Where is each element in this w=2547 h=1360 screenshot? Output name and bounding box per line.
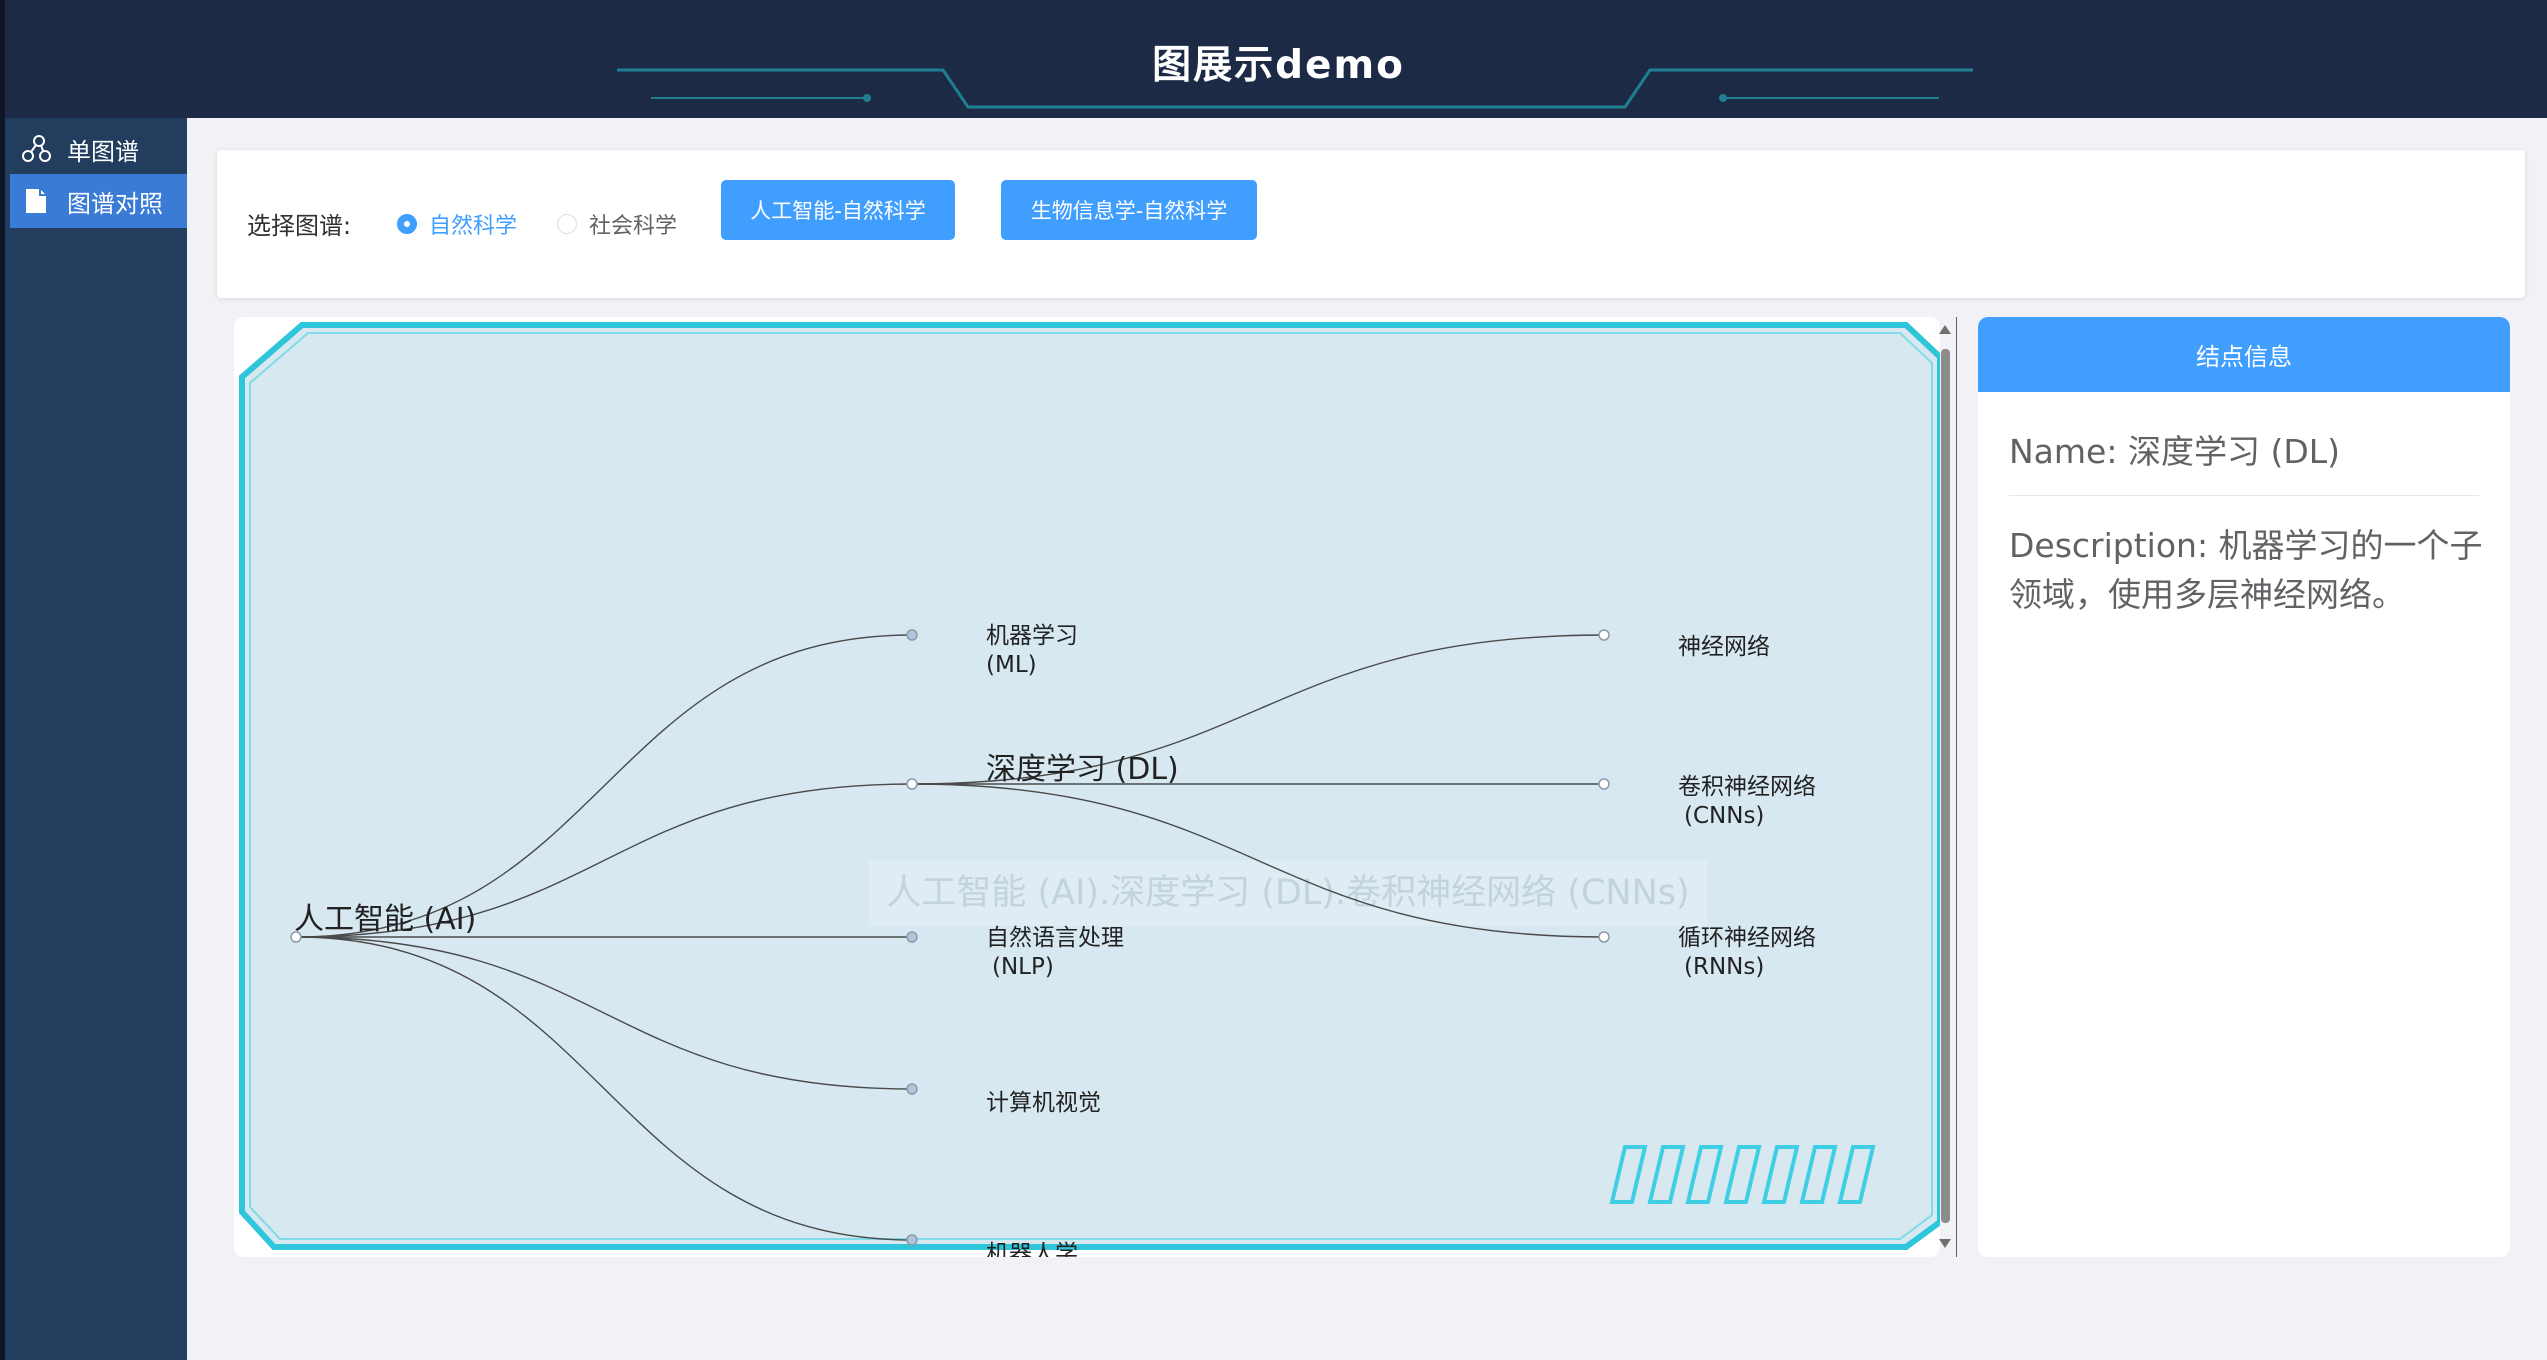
bioinformatics-natural-science-button[interactable]: 生物信息学-自然科学 bbox=[1001, 180, 1257, 240]
radio-label: 自然科学 bbox=[429, 214, 518, 239]
node-label-ml: 机器学习 bbox=[986, 623, 1078, 649]
scrollbar-thumb[interactable] bbox=[1941, 349, 1950, 1223]
graph-nodes-icon bbox=[20, 133, 52, 165]
radio-checked-icon bbox=[397, 214, 417, 234]
path-tooltip-text: 人工智能 (AI).深度学习 (DL).卷积神经网络 (CNNs) bbox=[886, 873, 1689, 913]
radio-label: 社会科学 bbox=[589, 214, 678, 239]
node-label-robotics: 机器人学 bbox=[986, 1241, 1078, 1257]
radio-unchecked-icon bbox=[557, 214, 577, 234]
node-nlp[interactable] bbox=[906, 931, 918, 943]
document-icon bbox=[20, 185, 52, 217]
graph-scrollbar[interactable] bbox=[1933, 317, 1958, 1257]
sidebar-item-graph-compare[interactable]: 图谱对照 bbox=[10, 174, 192, 228]
node-label-ml-abbr: (ML) bbox=[986, 652, 1037, 678]
node-nn[interactable] bbox=[1598, 629, 1610, 641]
radio-social-science[interactable]: 社会科学 bbox=[557, 208, 677, 240]
graph-canvas[interactable]: 人工智能 (AI).深度学习 (DL).卷积神经网络 (CNNs) 人工智能 (… bbox=[234, 317, 1940, 1257]
top-header-bar: 图展示demo bbox=[0, 0, 2547, 118]
select-graph-label: 选择图谱: bbox=[247, 212, 352, 240]
node-dl[interactable] bbox=[906, 778, 918, 790]
scroll-up-arrow-icon[interactable] bbox=[1939, 325, 1951, 334]
sidebar-item-single-graph[interactable]: 单图谱 bbox=[10, 122, 192, 176]
node-label-cv: 计算机视觉 bbox=[986, 1090, 1101, 1116]
main-content: 选择图谱: 自然科学 社会科学 人工智能-自然科学 生物信息学-自然科学 人工智… bbox=[187, 118, 2547, 1360]
sidebar-item-label: 图谱对照 bbox=[67, 189, 163, 218]
node-rnn[interactable] bbox=[1598, 931, 1610, 943]
node-info-description: Description: 机器学习的一个子领域，使用多层神经网络。 bbox=[2009, 526, 2483, 614]
node-label-rnn: 循环神经网络 bbox=[1678, 925, 1816, 951]
node-label-cnn-abbr: (CNNs) bbox=[1684, 803, 1764, 829]
node-label-nn: 神经网络 bbox=[1678, 634, 1770, 660]
node-label-nlp: 自然语言处理 bbox=[986, 925, 1124, 951]
node-info-panel: 结点信息 Name: 深度学习 (DL) Description: 机器学习的一… bbox=[1978, 317, 2510, 1257]
graph-selector-toolbar: 选择图谱: 自然科学 社会科学 人工智能-自然科学 生物信息学-自然科学 bbox=[217, 150, 2525, 298]
ai-natural-science-button[interactable]: 人工智能-自然科学 bbox=[721, 180, 955, 240]
sidebar-item-label: 单图谱 bbox=[67, 137, 139, 166]
node-cnn[interactable] bbox=[1598, 778, 1610, 790]
node-info-header: 结点信息 bbox=[1978, 317, 2510, 392]
node-label-nlp-abbr: (NLP) bbox=[992, 954, 1054, 980]
node-label-dl: 深度学习 (DL) bbox=[986, 752, 1179, 787]
scroll-down-arrow-icon[interactable] bbox=[1939, 1239, 1951, 1248]
node-label-cnn: 卷积神经网络 bbox=[1678, 774, 1816, 800]
node-label-rnn-abbr: (RNNs) bbox=[1684, 954, 1764, 980]
radio-natural-science[interactable]: 自然科学 bbox=[397, 208, 517, 240]
app-title: 图展示demo bbox=[1152, 43, 1405, 88]
node-cv[interactable] bbox=[906, 1083, 918, 1095]
sidebar: 单图谱 图谱对照 bbox=[0, 118, 192, 1360]
node-label-ai: 人工智能 (AI) bbox=[294, 902, 476, 937]
node-robotics[interactable] bbox=[906, 1234, 918, 1246]
node-ml[interactable] bbox=[906, 629, 918, 641]
node-info-name: Name: 深度学习 (DL) bbox=[2009, 425, 2479, 496]
